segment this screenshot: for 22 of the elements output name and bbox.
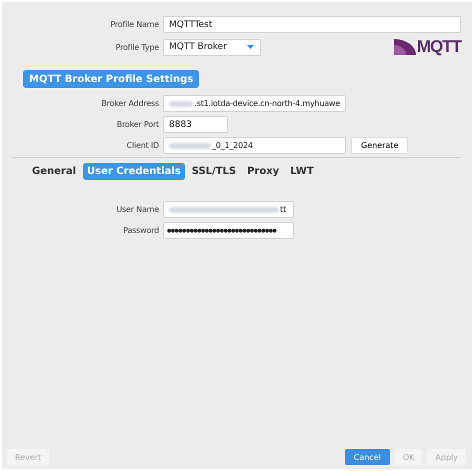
input-field[interactable]: MQTTTest [163,16,461,33]
generate-button[interactable]: Generate [351,137,408,154]
field-label: Broker Address [100,99,159,108]
redacted-mark [169,100,194,106]
field-label: Client ID [126,141,159,150]
tab[interactable]: SSL/TLS [188,163,240,180]
field-label: Profile Type [114,42,159,52]
dropdown[interactable]: MQTT Broker [163,38,261,56]
caret-icon [247,44,254,50]
field-label: Broker Port [116,120,159,129]
input-field[interactable]: _0_1_2024 [163,137,346,154]
field-label: Password [122,226,159,235]
input-field[interactable]: .st1.iotda-device.cn-north-4.myhuawe [163,95,346,112]
redacted-mark [169,142,211,148]
tab[interactable]: Proxy [243,163,284,180]
mqtt-logo: MQTT [394,37,461,57]
input-field[interactable]: 8883 [163,116,228,133]
field-label: Profile Name [109,20,159,29]
field-label: User Name [115,205,159,214]
tab[interactable]: LWT [286,163,318,180]
tab[interactable]: General [28,163,80,180]
input-field[interactable]: tt [163,201,294,218]
